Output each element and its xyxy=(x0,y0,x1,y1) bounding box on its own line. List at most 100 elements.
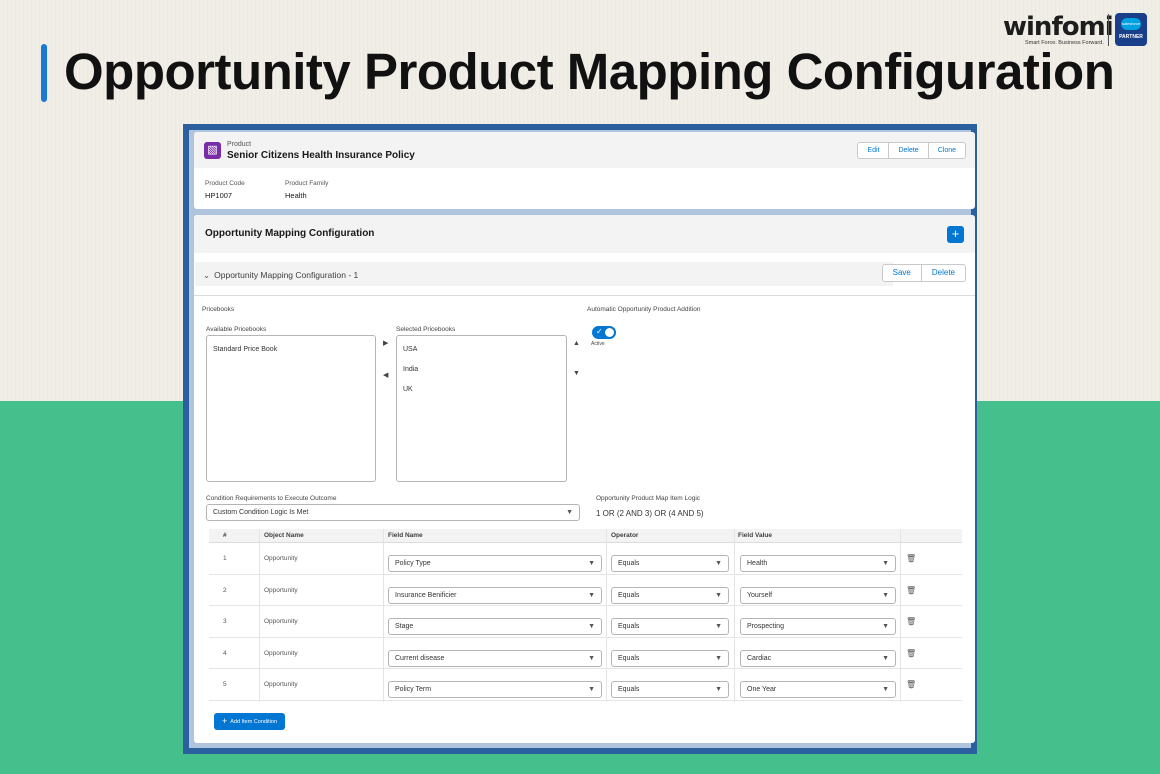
partner-label: PARTNER xyxy=(1119,34,1143,40)
select-value: Prospecting xyxy=(747,623,784,631)
toggle-status: Active xyxy=(591,341,605,347)
clone-button[interactable]: Clone xyxy=(928,142,966,159)
section-header[interactable]: ⌄ Opportunity Mapping Configuration - 1 xyxy=(195,262,893,286)
select-value: Equals xyxy=(618,560,640,567)
trash-icon[interactable]: 🗑 xyxy=(906,617,916,626)
cloud-icon: salesforce xyxy=(1121,18,1141,30)
select-value: Cardiac xyxy=(747,654,772,662)
field-name-select[interactable]: Current disease ▼ xyxy=(388,649,602,667)
row-number: 1 xyxy=(223,555,227,562)
record-actions: Edit Delete Clone xyxy=(857,142,966,159)
column-header-operator: Operator xyxy=(611,532,639,539)
mapping-config-header: Opportunity Mapping Configuration + xyxy=(194,215,975,253)
move-down-icon[interactable]: ▼ xyxy=(573,370,580,377)
section-divider xyxy=(194,295,975,296)
move-left-icon[interactable]: ◀ xyxy=(383,371,388,379)
select-value: Yourself xyxy=(747,591,773,599)
table-header: # Object Name Field Name Operator Field … xyxy=(209,529,962,543)
row-number: 5 xyxy=(223,681,227,689)
select-value: Equals xyxy=(618,623,640,631)
mapping-config-title: Opportunity Mapping Configuration xyxy=(205,228,375,239)
item-logic-label: Opportunity Product Map Item Logic xyxy=(596,495,701,502)
move-right-icon[interactable]: ▶ xyxy=(383,339,388,347)
chevron-down-icon[interactable]: ⌄ xyxy=(203,270,210,281)
caret-down-icon: ▼ xyxy=(588,686,595,694)
row-object: Opportunity xyxy=(264,618,298,626)
field-value: Health xyxy=(285,191,307,200)
delete-section-button[interactable]: Delete xyxy=(921,264,966,282)
caret-down-icon: ▼ xyxy=(715,560,722,567)
selected-pricebooks-list[interactable]: USA India UK xyxy=(396,335,567,482)
title-accent-bar xyxy=(41,44,47,102)
product-object-type: Product xyxy=(227,141,252,148)
caret-down-icon: ▼ xyxy=(566,509,573,516)
operator-select[interactable]: Equals ▼ xyxy=(611,586,729,604)
column-header-field: Field Name xyxy=(388,532,423,539)
operator-select[interactable]: Equals ▼ xyxy=(611,649,729,667)
edit-button[interactable]: Edit xyxy=(857,142,890,159)
add-configuration-button[interactable]: + xyxy=(947,226,964,243)
field-name-select[interactable]: Policy Type ▼ xyxy=(388,555,602,572)
field-value-select[interactable]: Cardiac ▼ xyxy=(740,649,896,667)
row-number: 3 xyxy=(223,618,227,626)
plus-icon: + xyxy=(951,226,960,241)
row-object: Opportunity xyxy=(264,586,298,594)
auto-addition-label: Automatic Opportunity Product Addition xyxy=(587,306,701,313)
item-logic-value: 1 OR (2 AND 3) OR (4 AND 5) xyxy=(596,509,704,518)
select-value: Current disease xyxy=(395,654,445,662)
product-code-field: Product Code HP1007 xyxy=(205,180,245,200)
trash-icon[interactable]: 🗑 xyxy=(906,586,916,595)
caret-down-icon: ▼ xyxy=(588,654,595,662)
field-label: Product Family xyxy=(285,180,329,187)
trash-icon[interactable]: 🗑 xyxy=(906,649,916,658)
caret-down-icon: ▼ xyxy=(882,654,889,662)
field-label: Product Code xyxy=(205,180,245,187)
check-icon: ✓ xyxy=(596,327,603,336)
condition-requirements-select[interactable]: Custom Condition Logic Is Met ▼ xyxy=(206,504,580,521)
select-value: Health xyxy=(747,560,768,567)
add-item-condition-button[interactable]: + Add Item Condition xyxy=(214,713,286,730)
section-actions: Save Delete xyxy=(881,264,966,282)
list-item[interactable]: India xyxy=(397,360,566,380)
table-row: 3 Opportunity Stage ▼ Equals ▼ Prospecting… xyxy=(209,606,962,638)
select-value: Stage xyxy=(395,623,414,631)
logo-separator xyxy=(1108,14,1109,46)
select-value: One Year xyxy=(747,686,777,694)
field-value-select[interactable]: One Year ▼ xyxy=(740,681,896,699)
field-value-select[interactable]: Health ▼ xyxy=(740,555,896,572)
move-up-icon[interactable]: ▲ xyxy=(573,340,580,347)
field-value-select[interactable]: Prospecting ▼ xyxy=(740,618,896,636)
field-name-select[interactable]: Stage ▼ xyxy=(388,618,602,636)
field-name-select[interactable]: Insurance Benificier ▼ xyxy=(388,586,602,604)
auto-addition-toggle[interactable]: ✓ xyxy=(592,326,616,339)
caret-down-icon: ▼ xyxy=(715,623,722,631)
add-item-condition-label: Add Item Condition xyxy=(230,719,278,725)
row-number: 4 xyxy=(223,649,227,657)
operator-select[interactable]: Equals ▼ xyxy=(611,555,729,572)
list-item[interactable]: Standard Price Book xyxy=(207,340,375,360)
caret-down-icon: ▼ xyxy=(882,560,889,567)
trash-icon[interactable]: 🗑 xyxy=(906,680,916,689)
select-value: Equals xyxy=(618,591,640,599)
delete-record-button[interactable]: Delete xyxy=(889,142,929,159)
selected-pricebooks-label: Selected Pricebooks xyxy=(396,326,456,333)
operator-select[interactable]: Equals ▼ xyxy=(611,618,729,636)
trash-icon[interactable]: 🗑 xyxy=(906,554,916,563)
product-record-card: ▧ Product Senior Citizens Health Insuran… xyxy=(194,132,975,209)
table-row: 2 Opportunity Insurance Benificier ▼ Equa… xyxy=(209,575,962,607)
field-name-select[interactable]: Policy Term ▼ xyxy=(388,681,602,699)
partner-badge: salesforce PARTNER xyxy=(1115,13,1147,46)
app-screenshot-frame: ▧ Product Senior Citizens Health Insuran… xyxy=(183,124,977,754)
list-item[interactable]: USA xyxy=(397,340,566,360)
logo-wordmark: winfomi xyxy=(1003,12,1114,42)
available-pricebooks-list[interactable]: Standard Price Book xyxy=(206,335,376,482)
operator-select[interactable]: Equals ▼ xyxy=(611,681,729,699)
save-button[interactable]: Save xyxy=(881,264,922,282)
list-item[interactable]: UK xyxy=(397,380,566,400)
caret-down-icon: ▼ xyxy=(715,686,722,694)
column-header-value: Field Value xyxy=(738,532,772,539)
table-row: 5 Opportunity Policy Term ▼ Equals ▼ One Y… xyxy=(209,669,962,701)
table-row: 1 Opportunity Policy Type ▼ Equals ▼ Healt… xyxy=(209,543,962,575)
product-header: ▧ Product Senior Citizens Health Insuran… xyxy=(194,132,975,168)
field-value-select[interactable]: Yourself ▼ xyxy=(740,586,896,604)
